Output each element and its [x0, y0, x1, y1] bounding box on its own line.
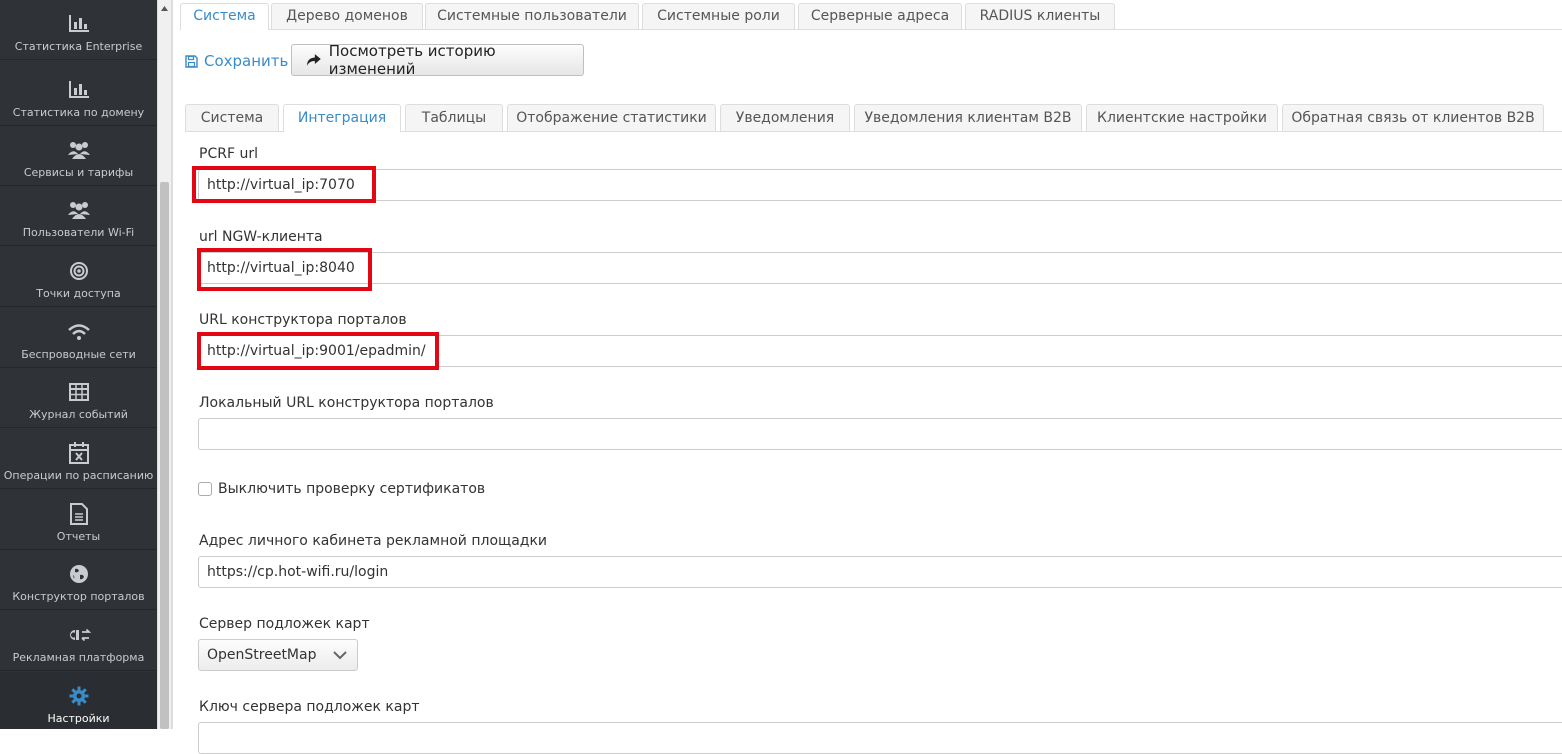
bar-chart-icon — [0, 78, 157, 102]
wifi-icon — [0, 320, 157, 344]
main-content: Система Дерево доменов Системные пользов… — [172, 0, 1562, 754]
sidebar-item-wireless-networks[interactable]: Беспроводные сети — [0, 308, 157, 368]
map-key-input[interactable] — [198, 722, 1562, 754]
sub-tab-bar: Система Интеграция Таблицы Отображение с… — [185, 104, 1562, 132]
save-button[interactable]: Сохранить — [185, 50, 288, 72]
ad-exchange-icon — [0, 623, 157, 647]
chevron-down-icon — [333, 651, 347, 660]
scroll-thumb[interactable] — [160, 182, 169, 729]
subtab-system[interactable]: Система — [185, 104, 279, 131]
tab-server-addresses[interactable]: Серверные адреса — [798, 3, 962, 29]
sidebar-item-portal-builder[interactable]: Конструктор порталов — [0, 550, 157, 610]
sidebar-item-label: Отчеты — [56, 530, 101, 543]
gear-icon — [0, 684, 157, 708]
subtab-b2b-notifications[interactable]: Уведомления клиентам B2B — [854, 104, 1082, 131]
portal-builder-url-label: URL конструктора порталов — [199, 312, 407, 328]
disable-cert-check-row[interactable]: Выключить проверку сертификатов — [198, 481, 485, 497]
ngw-url-label: url NGW-клиента — [199, 229, 323, 245]
sidebar-item-ad-platform[interactable]: Рекламная платформа — [0, 611, 157, 671]
users-icon — [0, 198, 157, 222]
target-icon — [0, 259, 157, 283]
floppy-disk-icon — [185, 54, 198, 68]
tab-system[interactable]: Система — [180, 3, 269, 30]
sidebar-item-reports[interactable]: Отчеты — [0, 490, 157, 550]
top-tab-bar: Система Дерево доменов Системные пользов… — [180, 3, 1562, 30]
disable-cert-check-checkbox[interactable] — [198, 482, 212, 496]
portal-builder-url-input[interactable] — [198, 335, 1562, 367]
disable-cert-check-label: Выключить проверку сертификатов — [218, 481, 486, 497]
subtab-client-settings[interactable]: Клиентские настройки — [1086, 104, 1278, 131]
sidebar-item-label: Статистика по домену — [12, 106, 145, 119]
ngw-url-input[interactable] — [198, 252, 1562, 284]
users-icon — [0, 138, 157, 162]
tab-system-roles[interactable]: Системные роли — [642, 3, 795, 29]
subtab-integration[interactable]: Интеграция — [283, 104, 401, 132]
table-icon — [0, 380, 157, 404]
scroll-up-arrow-icon[interactable] — [158, 0, 171, 16]
sidebar-item-services[interactable]: Сервисы и тарифы — [0, 126, 157, 186]
tab-radius-clients[interactable]: RADIUS клиенты — [965, 3, 1115, 29]
sidebar-item-label: Настройки — [47, 712, 110, 725]
local-portal-url-label: Локальный URL конструктора порталов — [199, 395, 494, 411]
subtab-b2b-feedback[interactable]: Обратная связь от клиентов B2B — [1282, 104, 1544, 131]
ad-cabinet-input[interactable] — [198, 556, 1562, 588]
share-arrow-icon — [306, 53, 321, 66]
save-button-label: Сохранить — [204, 52, 289, 70]
globe-icon — [0, 562, 157, 586]
sidebar-item-label: Рекламная платформа — [12, 651, 145, 664]
map-key-label: Ключ сервера подложек карт — [199, 699, 420, 715]
map-server-select[interactable]: OpenStreetMap — [198, 639, 358, 671]
subtab-tables[interactable]: Таблицы — [405, 104, 503, 131]
sidebar-item-label: Точки доступа — [36, 287, 121, 300]
local-portal-url-input[interactable] — [198, 418, 1562, 450]
map-server-label: Сервер подложек карт — [199, 616, 370, 632]
sidebar-item-label: Пользователи Wi-Fi — [22, 226, 135, 239]
pcrf-url-label: PCRF url — [199, 146, 258, 162]
tab-domain-tree[interactable]: Дерево доменов — [271, 3, 423, 29]
view-history-button[interactable]: Посмотреть историю изменений — [291, 42, 584, 78]
view-history-label: Посмотреть историю изменений — [328, 42, 496, 78]
ad-cabinet-label: Адрес личного кабинета рекламной площадк… — [199, 533, 548, 549]
subtab-notifications[interactable]: Уведомления — [720, 104, 850, 131]
sidebar-item-stats-domain[interactable]: Статистика по домену — [0, 66, 157, 126]
sidebar-item-label: Журнал событий — [29, 408, 128, 421]
pcrf-url-input[interactable] — [198, 169, 1562, 201]
sidebar-item-event-log[interactable]: Журнал событий — [0, 368, 157, 428]
sidebar-scrollbar[interactable] — [157, 0, 172, 729]
bar-chart-icon — [0, 12, 157, 36]
sidebar: Статистика Enterprise Статистика по доме… — [0, 0, 157, 729]
sidebar-item-scheduled-ops[interactable]: Операции по расписанию — [0, 429, 157, 489]
sidebar-item-access-points[interactable]: Точки доступа — [0, 247, 157, 307]
sidebar-item-settings[interactable]: Настройки — [0, 672, 157, 729]
sidebar-item-label: Беспроводные сети — [21, 348, 136, 361]
sidebar-item-stats-enterprise[interactable]: Статистика Enterprise — [0, 0, 157, 60]
sidebar-item-label: Операции по расписанию — [3, 469, 154, 482]
sidebar-item-label: Конструктор порталов — [12, 590, 145, 603]
sidebar-item-label: Сервисы и тарифы — [23, 166, 134, 179]
tab-system-users[interactable]: Системные пользователи — [425, 3, 639, 29]
map-server-value: OpenStreetMap — [207, 647, 317, 663]
sidebar-item-label: Статистика Enterprise — [14, 40, 143, 53]
sidebar-item-wifi-users[interactable]: Пользователи Wi-Fi — [0, 186, 157, 246]
subtab-stats-display[interactable]: Отображение статистики — [507, 104, 716, 131]
calendar-x-icon — [0, 441, 157, 465]
document-icon — [0, 502, 157, 526]
